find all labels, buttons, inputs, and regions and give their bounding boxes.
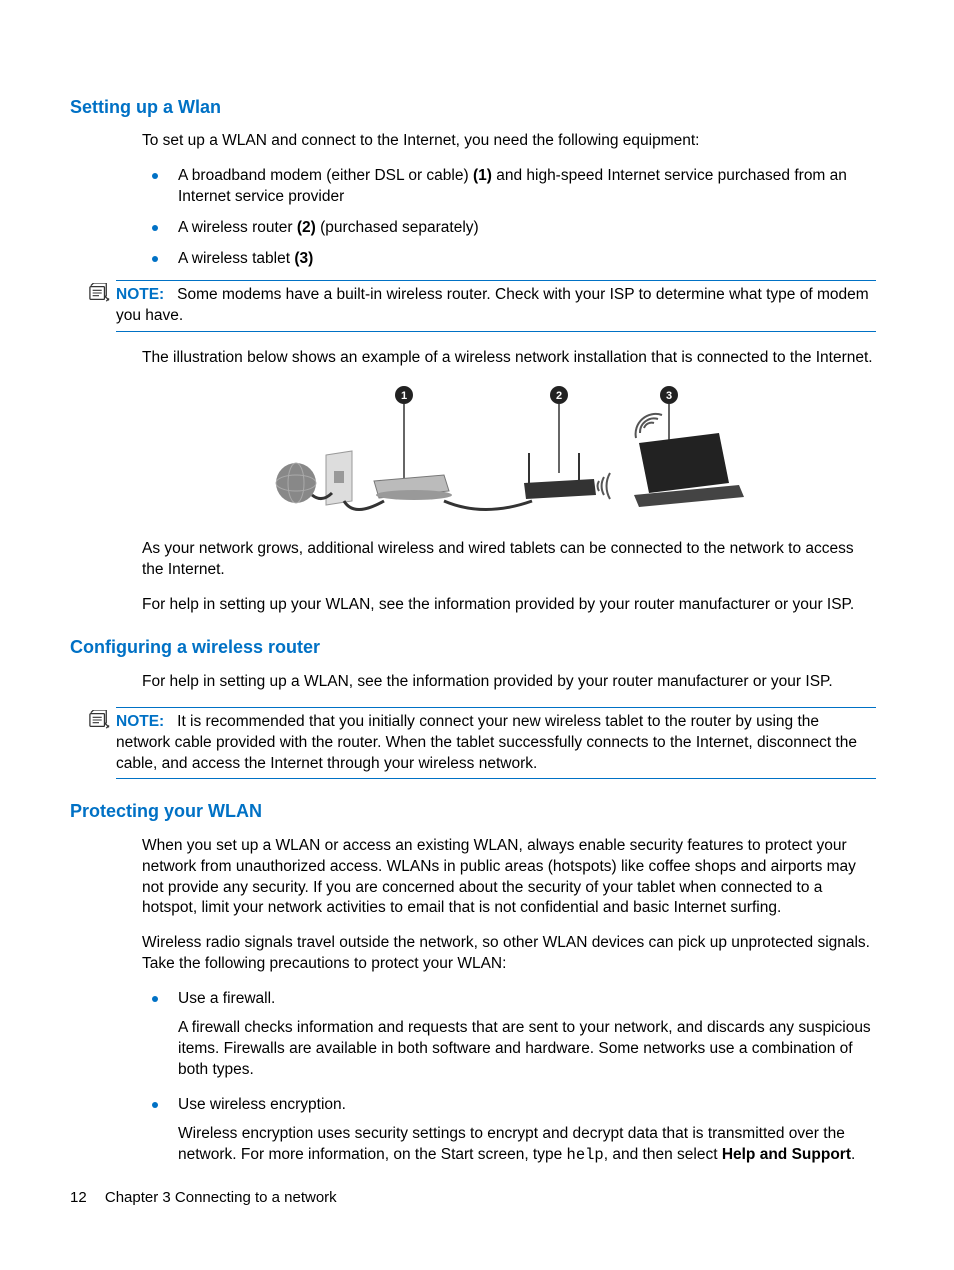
protect-p2: Wireless radio signals travel outside th…	[142, 933, 876, 975]
chapter-label: Chapter 3 Connecting to a network	[105, 1189, 337, 1206]
protect-p1: When you set up a WLAN or access an exis…	[142, 836, 876, 920]
note-text: It is recommended that you initially con…	[116, 713, 857, 772]
svg-text:2: 2	[556, 390, 562, 402]
list-item: A wireless tablet (3)	[142, 249, 876, 270]
wlan-network-diagram: 1 2 3	[274, 383, 744, 523]
wlan-equipment-list: A broadband modem (either DSL or cable) …	[142, 166, 876, 270]
heading-configuring-router: Configuring a wireless router	[70, 635, 884, 659]
router-help-text: For help in setting up a WLAN, see the i…	[142, 672, 876, 693]
wlan-illustration-intro: The illustration below shows an example …	[142, 348, 876, 369]
heading-setting-up-wlan: Setting up a Wlan	[70, 95, 884, 119]
wlan-intro: To set up a WLAN and connect to the Inte…	[142, 131, 876, 152]
protect-list: Use a firewall. A firewall checks inform…	[142, 989, 876, 1165]
note-icon	[88, 710, 110, 737]
note-icon	[88, 283, 110, 310]
list-item: Use wireless encryption. Wireless encryp…	[142, 1095, 876, 1166]
heading-protecting-wlan: Protecting your WLAN	[70, 799, 884, 823]
note-label: NOTE:	[116, 286, 164, 303]
encryption-desc: Wireless encryption uses security settin…	[178, 1124, 876, 1166]
page-footer: 12 Chapter 3 Connecting to a network	[70, 1188, 337, 1208]
page-number: 12	[70, 1189, 87, 1206]
list-item: A broadband modem (either DSL or cable) …	[142, 166, 876, 208]
note-router-cable: NOTE: It is recommended that you initial…	[116, 707, 876, 780]
firewall-desc: A firewall checks information and reques…	[178, 1018, 876, 1081]
wlan-growth-text: As your network grows, additional wirele…	[142, 539, 876, 581]
note-text: Some modems have a built-in wireless rou…	[116, 286, 869, 324]
svg-text:1: 1	[401, 390, 407, 402]
note-label: NOTE:	[116, 713, 164, 730]
list-item: Use a firewall. A firewall checks inform…	[142, 989, 876, 1081]
list-item: A wireless router (2) (purchased separat…	[142, 218, 876, 239]
note-modem: NOTE: Some modems have a built-in wirele…	[116, 280, 876, 332]
wlan-help-text: For help in setting up your WLAN, see th…	[142, 595, 876, 616]
svg-text:3: 3	[666, 390, 672, 402]
